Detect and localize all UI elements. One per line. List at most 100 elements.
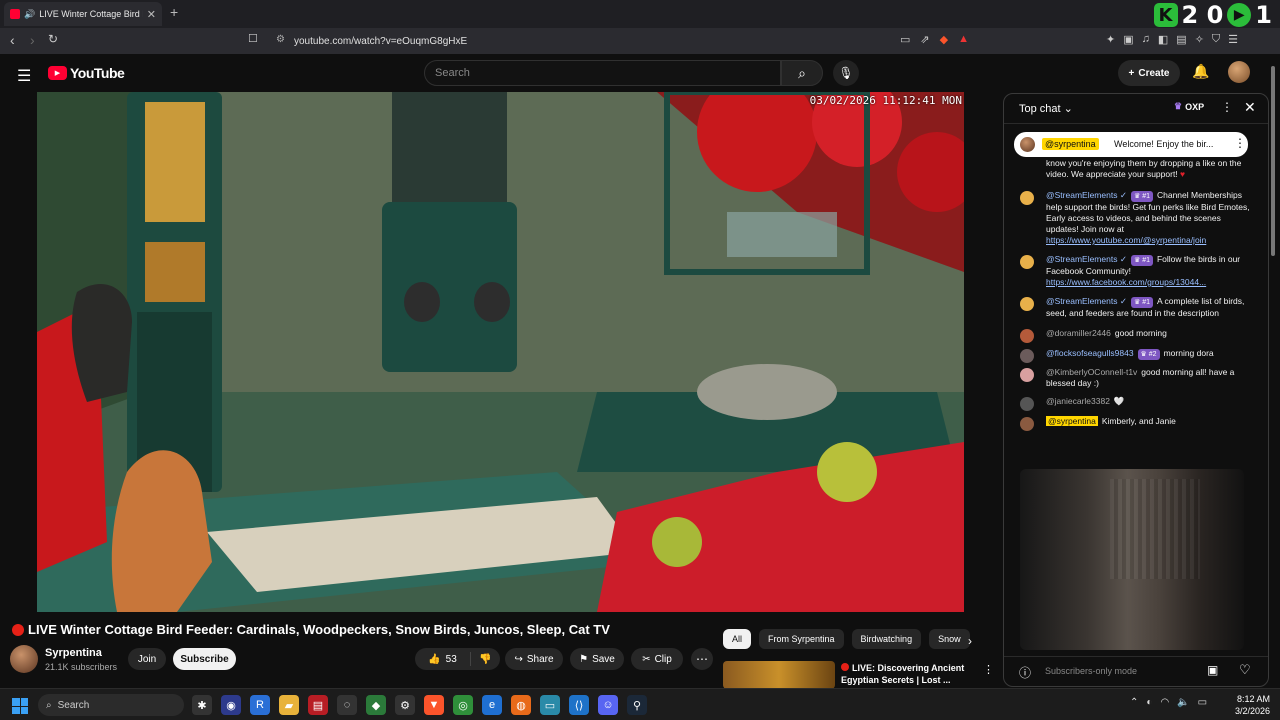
recommended-thumbnail[interactable] [723,661,835,689]
save-button[interactable]: ⚑ Save [570,648,624,670]
points-badge[interactable]: ♛ OXP [1174,101,1204,112]
search-input[interactable]: Search [424,60,781,86]
vpn-icon[interactable]: ⛉ [1212,33,1220,46]
chat-author[interactable]: @janiecarle3382 [1046,396,1110,406]
url-text: youtube.com/watch?v=eOuqmG8gHxE [294,35,468,47]
discord-icon[interactable]: ☺ [598,695,618,715]
extensions-icon[interactable]: ✦ [1106,33,1115,46]
chip-birdwatching[interactable]: Birdwatching [851,629,922,649]
more-actions-button[interactable]: ⋯ [691,648,713,670]
chat-author[interactable]: @StreamElements ✓ [1046,190,1127,200]
app-icon[interactable]: ▤ [308,695,328,715]
browser-menu-icon[interactable]: ☰ [1228,33,1238,46]
app-icon[interactable]: R [250,695,270,715]
volume-icon[interactable]: 🔈 [1177,697,1189,708]
chat-author[interactable]: @syrpentina [1046,416,1098,426]
chips-next-arrow-icon[interactable]: › [968,634,972,648]
voice-search-button[interactable]: 🎙 [833,60,859,86]
chat-close-icon[interactable]: ✕ [1244,99,1256,116]
sidebar-icon[interactable]: ◧ [1158,33,1168,46]
battery-icon[interactable]: ▭ [1198,697,1207,708]
app-icon[interactable]: ◉ [221,695,241,715]
address-bar-row: ‹ › ↻ ☐ ⚙ youtube.com/watch?v=eOuqmG8gHx… [0,28,1280,54]
chat-author[interactable]: @StreamElements ✓ [1046,296,1127,306]
channel-name[interactable]: Syrpentina [45,647,102,659]
windows-start-icon[interactable] [12,698,28,714]
chevron-down-icon: ⌄ [1063,103,1073,115]
media-icon[interactable]: ♫ [1142,33,1150,46]
chat-author[interactable]: @doramiller2446 [1046,328,1111,338]
wallet-icon[interactable]: ▤ [1176,33,1186,46]
vscode-icon[interactable]: ⟨⟩ [569,695,589,715]
chrome-icon[interactable]: ◎ [453,695,473,715]
app-icon[interactable]: ◆ [366,695,386,715]
chevron-up-icon[interactable]: ⌃ [1130,697,1138,708]
chat-author[interactable]: @flocksofseagulls9843 [1046,348,1134,358]
taskbar-apps: ✱ ◉ R ▰ ▤ ◌ ◆ ⚙ ▼ ◎ e ◍ ▭ ⟨⟩ ☺ ⚲ [192,695,647,715]
chip-snow[interactable]: Snow [929,629,970,649]
steam-icon[interactable]: ⚲ [627,695,647,715]
forward-icon[interactable]: › [30,32,35,48]
app-icon[interactable]: ⚙ [395,695,415,715]
share-icon: ↪ [514,653,523,665]
guide-menu-icon[interactable]: ☰ [17,66,31,86]
chat-link[interactable]: https://www.facebook.com/groups/13044... [1046,277,1206,287]
create-button[interactable]: + Create [1118,60,1180,86]
chat-author[interactable]: @StreamElements ✓ [1046,254,1127,264]
subscribe-button[interactable]: Subscribe [173,648,236,670]
bookmark-icon[interactable]: ☐ [248,32,258,45]
screenshot-icon[interactable]: ▣ [1123,33,1133,46]
chat-link[interactable]: https://www.youtube.com/@syrpentina/join [1046,235,1206,245]
install-icon[interactable]: ▭ [900,33,910,46]
file-explorer-icon[interactable]: ▰ [279,695,299,715]
taskbar-clock[interactable]: 8:12 AM 3/2/2026 [1230,693,1270,717]
notifications-bell-icon[interactable]: 🔔 [1192,63,1209,80]
edge-icon[interactable]: e [482,695,502,715]
reload-icon[interactable]: ↻ [48,32,58,46]
youtube-logo[interactable]: ▶ YouTube [48,65,125,81]
share-button[interactable]: ↪ Share [505,648,563,670]
leo-icon[interactable]: ✧ [1195,33,1204,46]
like-button[interactable]: 👍 53 [415,652,471,666]
scrollbar-thumb[interactable] [1271,66,1275,256]
browser-tab-active[interactable]: 🔊 LIVE Winter Cottage Bird F ✕ [4,2,162,26]
recommended-title[interactable]: LIVE: Discovering Ancient Egyptian Secre… [841,662,976,686]
video-player[interactable]: 03/02/2026 11:12:41 MON [37,92,964,612]
back-icon[interactable]: ‹ [10,32,15,48]
firefox-icon[interactable]: ◍ [511,695,531,715]
channel-avatar[interactable] [10,645,38,673]
speaker-icon[interactable]: 🔊 [24,9,35,20]
dislike-button[interactable]: 👎 [471,654,500,665]
brave-browser-icon[interactable]: ▼ [424,695,444,715]
brave-shield-icon[interactable]: ◆ [940,33,948,46]
info-icon[interactable]: ⓘ [1019,664,1031,681]
clip-button[interactable]: ✂ Clip [631,648,683,670]
chat-menu-icon[interactable]: ⋮ [1221,100,1233,114]
chat-mode-selector[interactable]: Top chat ⌄ [1019,102,1073,115]
app-icon[interactable]: ✱ [192,695,212,715]
page-scrollbar[interactable] [1270,66,1276,686]
pinned-menu-icon[interactable]: ⋮ [1234,136,1246,150]
taskbar-search[interactable]: ⌕ Search [38,694,184,716]
chip-all[interactable]: All [723,629,752,649]
search-button[interactable]: ⌕ [781,60,823,86]
super-chat-icon[interactable]: ▣ [1207,663,1218,677]
pinned-message[interactable]: @syrpentina Welcome! Enjoy the bir... ⋮ [1014,132,1248,157]
chat-author[interactable]: @KimberlyOConnell-t1v [1046,367,1137,377]
brave-rewards-icon[interactable]: ▲ [958,33,969,46]
app-icon[interactable]: ◌ [337,695,357,715]
chip-from-channel[interactable]: From Syrpentina [759,629,844,649]
heart-reaction-icon[interactable]: ♡ [1239,662,1251,678]
share-page-icon[interactable]: ⇗ [920,33,929,46]
account-avatar[interactable] [1228,61,1250,83]
recommended-video[interactable]: LIVE: Discovering Ancient Egyptian Secre… [723,661,993,689]
tab-close-icon[interactable]: ✕ [147,8,156,21]
site-info-icon[interactable]: ⚙ [276,34,285,45]
join-button[interactable]: Join [128,648,166,670]
app-icon[interactable]: ▭ [540,695,560,715]
url-field[interactable]: ⚙ youtube.com/watch?v=eOuqmG8gHxE [268,31,988,51]
recommended-more-icon[interactable]: ⋮ [983,663,993,676]
new-tab-button[interactable]: + [170,4,178,20]
wifi-icon[interactable]: ◠ [1160,697,1169,708]
app-tray-icon[interactable]: ◐ [1146,697,1152,708]
